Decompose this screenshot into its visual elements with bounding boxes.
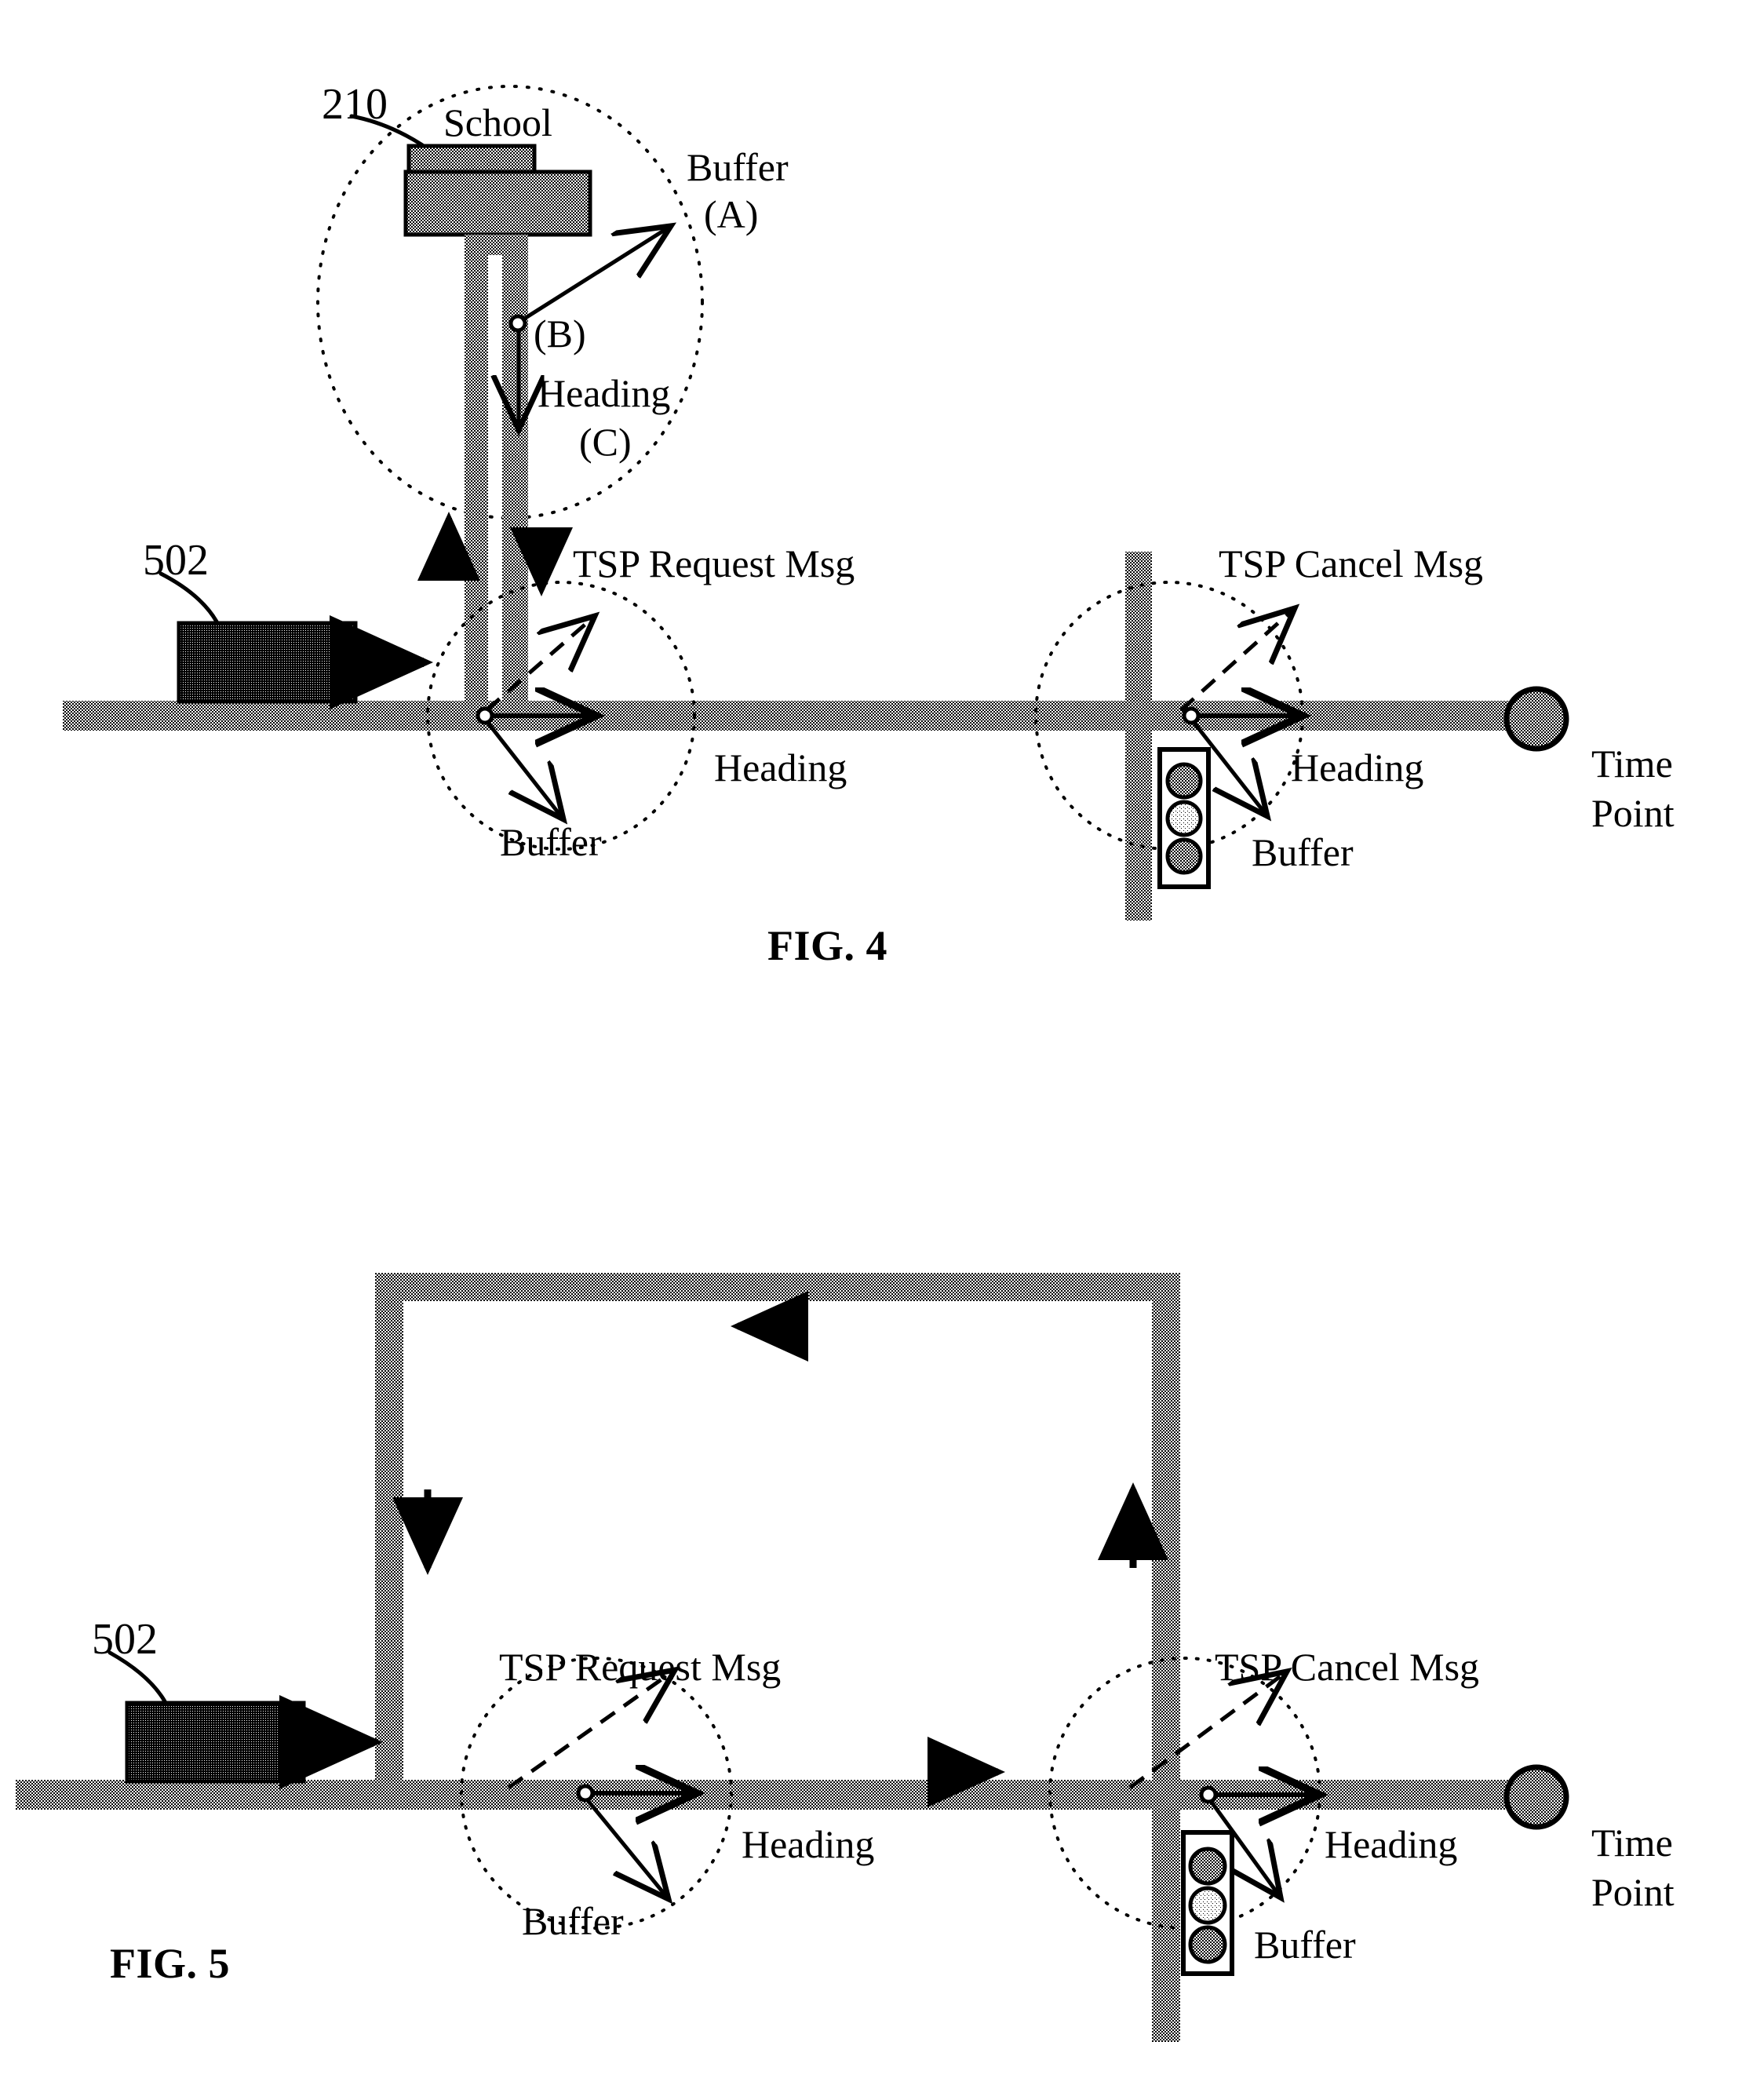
time-point-marker: [1503, 1764, 1569, 1830]
figure-caption-fig5: FIG. 5: [110, 1940, 231, 1987]
red-lamp: [1188, 1847, 1227, 1886]
request-buffer-radius-arrow: [486, 720, 563, 819]
detour-top-road: [375, 1273, 1180, 1301]
heading-c-label: Heading: [538, 371, 671, 415]
buffer-radius-arrow-a: [520, 226, 671, 323]
detour-right-road: [1152, 1273, 1180, 2042]
school-building: [403, 170, 592, 237]
buffer-a-sublabel: (A): [704, 192, 759, 236]
heading-label-left: Heading: [742, 1822, 875, 1866]
heading-c-sublabel: (C): [579, 420, 632, 464]
heading-label-right: Heading: [1325, 1822, 1458, 1866]
detour-left-road: [375, 1273, 403, 1795]
figure-graphics-layer: [16, 85, 1569, 2042]
request-buffer-radius-arrow: [585, 1798, 669, 1899]
point-b-label: (B): [534, 312, 586, 355]
transit-vehicle-502: [125, 1701, 306, 1784]
transit-vehicle-502: [177, 621, 358, 704]
yellow-lamp: [1165, 800, 1203, 837]
green-lamp: [1165, 837, 1203, 875]
reference-numeral-210: 210: [322, 80, 388, 129]
cross-street-road: [1125, 552, 1152, 921]
buffer-a-label: Buffer: [687, 145, 789, 189]
green-lamp: [1188, 1925, 1227, 1964]
buffer-label-right: Buffer: [1254, 1923, 1356, 1967]
time-point-label-line2: Point: [1591, 791, 1675, 835]
request-origin-dot: [576, 1784, 595, 1803]
yellow-lamp: [1188, 1886, 1227, 1925]
vertical-road-right-lane: [502, 235, 528, 705]
red-lamp: [1165, 762, 1203, 800]
figure-caption-fig4: FIG. 4: [767, 922, 888, 969]
buffer-label-right: Buffer: [1252, 830, 1354, 874]
buffer-label-left: Buffer: [522, 1899, 624, 1943]
reference-numeral-502: 502: [92, 1615, 158, 1664]
request-origin-dot: [476, 706, 494, 725]
patent-drawing-sheet: 210 School Buffer (A) (B) Heading (C) 50…: [0, 0, 1753, 2100]
tsp-cancel-msg-arrow: [1179, 608, 1295, 712]
time-point-label-line1: Time: [1591, 742, 1673, 786]
time-point-marker: [1503, 686, 1569, 752]
time-point-label-line1: Time: [1591, 1821, 1673, 1865]
heading-label-right: Heading: [1291, 746, 1424, 789]
fig4-graphics: [63, 85, 1569, 921]
cancel-origin-dot: [1182, 706, 1201, 725]
cancel-origin-dot: [1199, 1785, 1218, 1804]
tsp-cancel-msg-label: TSP Cancel Msg: [1215, 1645, 1480, 1689]
tsp-cancel-msg-label: TSP Cancel Msg: [1219, 541, 1484, 585]
main-horizontal-road: [63, 701, 1538, 731]
tsp-request-msg-label: TSP Request Msg: [573, 541, 855, 585]
tsp-request-msg-label: TSP Request Msg: [499, 1645, 782, 1689]
vertical-road-left-lane: [465, 235, 488, 705]
reference-numeral-502: 502: [143, 536, 209, 585]
time-point-label-line2: Point: [1591, 1870, 1675, 1914]
heading-label-left: Heading: [714, 746, 847, 789]
vertical-road-cap: [465, 235, 528, 255]
buffer-label-left: Buffer: [500, 820, 602, 864]
school-label: School: [443, 100, 552, 144]
